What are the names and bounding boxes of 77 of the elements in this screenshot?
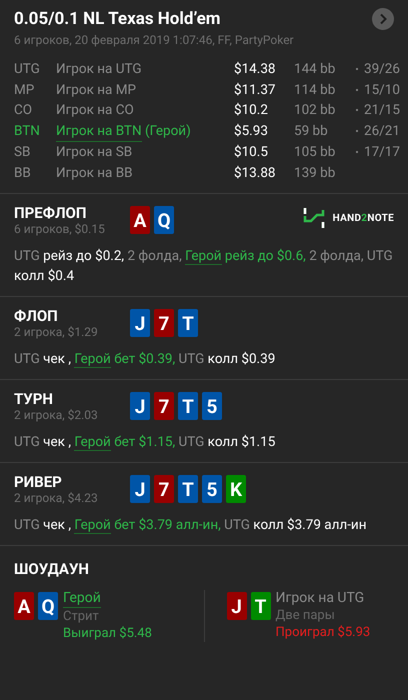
playing-card: J (226, 592, 246, 620)
action-log: UTG рейз до $0.2, 2 фолда, Герой рейз до $0.6, 2 фолда, UTG колл $0.4 (14, 247, 394, 286)
player-position: MP (14, 80, 36, 100)
showdown-title: ШОУДАУН (14, 560, 90, 578)
playing-card: 7 (154, 392, 174, 420)
player-stats: 39/26 (364, 60, 400, 79)
player-stats: 17/17 (364, 143, 400, 162)
action-log: UTG чек , Герой бет $0.39, UTG колл $0.39 (14, 350, 276, 369)
player-name[interactable]: Игрок на BTN (56, 120, 142, 142)
hero-link[interactable]: Герой (74, 517, 111, 534)
hero-link[interactable]: Герой (74, 434, 111, 451)
player-stack: $13.88 (234, 164, 276, 182)
hand-result: Выиграл $5.48 (63, 625, 152, 642)
player-stack: $10.2 (234, 101, 269, 120)
logo-icon (302, 208, 325, 228)
playing-card: T (250, 592, 270, 620)
playing-card: J (130, 475, 150, 503)
playing-card: T (178, 392, 198, 420)
street-name: ФЛОП (14, 307, 59, 325)
hero-link[interactable]: Герой (74, 351, 111, 368)
playing-card: K (226, 475, 246, 503)
next-button[interactable] (372, 8, 394, 30)
player-bb: 144 bb (294, 60, 336, 79)
playing-card: 7 (154, 475, 174, 503)
action-log: UTG чек , Герой бет $1.15, UTG колл $1.15 (14, 433, 276, 452)
player-name: Игрок на UTG (56, 60, 142, 79)
logo-text: HAND2NOTE (332, 212, 394, 224)
player-stack: $11.37 (234, 80, 276, 100)
playing-card: 5 (202, 392, 222, 420)
player-bb: 59 bb (294, 122, 329, 140)
playing-card: T (178, 309, 198, 337)
playing-card: Q (38, 592, 58, 620)
street-name: ПРЕФЛОП (14, 204, 88, 222)
street-summary: 2 игрока, $1.29 (14, 325, 99, 339)
player-name: Игрок на SB (56, 143, 132, 162)
playing-card: 5 (202, 475, 222, 503)
player-bb: 102 bb (294, 101, 336, 120)
playing-card: J (130, 392, 150, 420)
player-name: Игрок на BB (56, 164, 133, 182)
street-summary: 2 игрока, $2.03 (14, 408, 99, 422)
playing-card: J (130, 309, 150, 337)
chevron-right-icon (378, 13, 388, 25)
player-bb: 114 bb (294, 80, 336, 100)
player-stats: 21/15 (364, 101, 400, 120)
player-stack: $14.38 (234, 60, 276, 79)
street-name: ТУРН (14, 390, 54, 408)
playing-card: T (178, 475, 198, 503)
player-name: Игрок на UTG (276, 590, 364, 607)
player-name: Игрок на CO (56, 101, 134, 120)
hero-link[interactable]: Герой (185, 248, 222, 265)
player-stats: 26/21 (364, 122, 400, 141)
player-position: UTG (14, 60, 41, 79)
player-position: BB (14, 164, 32, 182)
hand-result: Проиграл $5.93 (276, 624, 370, 641)
street-summary: 2 игрока, $4.23 (14, 491, 99, 505)
playing-card: A (130, 206, 150, 234)
hand-rank: Стрит (63, 608, 99, 625)
playing-card: Q (154, 206, 174, 234)
hand-rank: Две пары (276, 607, 335, 624)
street-summary: 6 игроков, $0.15 (14, 222, 106, 236)
player-name[interactable]: Герой (63, 590, 101, 608)
player-bb: 139 bb (294, 164, 336, 182)
player-bb: 105 bb (294, 143, 336, 162)
playing-card: 7 (154, 309, 174, 337)
playing-card: A (14, 592, 34, 620)
player-stack: $5.93 (234, 122, 269, 140)
hand-title: 0.05/0.1 NL Texas Hold’em (14, 9, 221, 29)
player-stats: 15/10 (364, 80, 400, 100)
player-position: BTN (14, 122, 41, 140)
action-log: UTG чек , Герой бет $3.79 алл-ин, UTG колл $3.79 алл-ин (14, 516, 368, 535)
street-name: РИВЕР (14, 473, 63, 491)
hand-subtitle: 6 игроков, 20 февраля 2019 1:07:46, FF, PartyPoker (14, 33, 295, 47)
hero-tag: (Герой) (142, 120, 191, 142)
player-stack: $10.5 (234, 143, 269, 162)
player-position: CO (14, 101, 34, 120)
player-name: Игрок на MP (56, 80, 136, 100)
player-position: SB (14, 143, 32, 162)
